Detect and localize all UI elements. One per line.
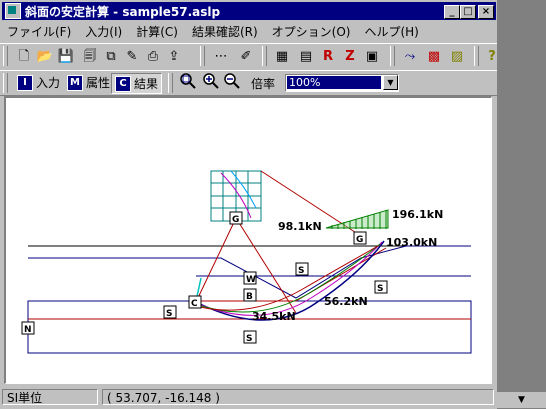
toolbar-grip[interactable] bbox=[168, 73, 173, 93]
load-right-label: 196.1kN bbox=[392, 208, 443, 221]
status-bar: SI単位 ( 53.707, -16.148 ) bbox=[0, 388, 546, 407]
window-title: 斜面の安定計算 - sample57.aslp bbox=[25, 4, 221, 19]
tag-s2: S bbox=[374, 280, 388, 294]
units-status: SI単位 bbox=[2, 389, 98, 405]
color-icon[interactable]: ▩ bbox=[424, 47, 444, 67]
svg-text:S: S bbox=[377, 284, 383, 294]
points-icon[interactable]: ⋯ bbox=[211, 47, 231, 67]
mode-input-button[interactable]: I 入力 bbox=[14, 73, 63, 92]
toolbar-grip[interactable] bbox=[390, 46, 395, 66]
force-mid-label: 56.2kN bbox=[324, 295, 368, 308]
mode-result-label: 結果 bbox=[134, 77, 159, 91]
app-icon[interactable] bbox=[5, 3, 21, 19]
minimize-button[interactable]: _ bbox=[444, 5, 460, 19]
result-view-icon[interactable]: ▣ bbox=[362, 47, 382, 67]
maximize-button[interactable]: □ bbox=[460, 5, 476, 19]
scroll-down-arrow[interactable]: ▼ bbox=[497, 392, 546, 408]
app-window: 斜面の安定計算 - sample57.aslp _ □ × ファイル(F) 入力… bbox=[0, 0, 546, 409]
force-bottom-label: 34.5kN bbox=[252, 310, 296, 323]
zoom-value: 100% bbox=[287, 76, 381, 89]
tag-s4: S bbox=[243, 330, 257, 344]
print-icon[interactable]: ⎙ bbox=[143, 47, 163, 67]
main-toolbar: 🗋 📂 💾 🗐 ⧉ ✎ ⎙ ⇪ ⋯ ✐ ▦ ▤ R Z ▣ ⤳ ▩ ▨ ? bbox=[0, 43, 546, 71]
svg-text:W: W bbox=[246, 275, 256, 285]
print-preview-icon[interactable]: 🗐 bbox=[80, 47, 100, 67]
force-top-label: 103.0kN bbox=[386, 236, 437, 249]
tag-b: B bbox=[243, 288, 257, 302]
line-icon[interactable]: ✐ bbox=[236, 47, 256, 67]
mode-result-button[interactable]: C 結果 bbox=[111, 73, 163, 94]
tag-s1: S bbox=[295, 262, 309, 276]
tag-w: W bbox=[243, 271, 257, 285]
attribute-key-icon: M bbox=[67, 74, 83, 91]
toolbar-grip[interactable] bbox=[3, 73, 8, 93]
background-window: ▼ bbox=[497, 0, 546, 409]
coords-status: ( 53.707, -16.148 ) bbox=[102, 389, 494, 405]
toolbar-grip[interactable] bbox=[262, 46, 267, 66]
mode-attribute-label: 属性 bbox=[86, 76, 111, 90]
result-r-icon[interactable]: R bbox=[318, 47, 338, 67]
result-key-icon: C bbox=[115, 75, 131, 92]
tag-g2: G bbox=[353, 231, 367, 245]
menu-calc[interactable]: 計算(C) bbox=[129, 23, 185, 40]
toolbar-grip[interactable] bbox=[200, 46, 205, 66]
mode-toolbar: I 入力 M 属性 C 結果 倍率 100% ▼ bbox=[0, 70, 546, 96]
menu-help[interactable]: ヘルプ(H) bbox=[357, 23, 425, 40]
copy-icon[interactable]: ⧉ bbox=[101, 47, 121, 67]
slip-circle bbox=[193, 240, 385, 321]
save-icon[interactable]: 💾 bbox=[56, 47, 76, 67]
title-bar: 斜面の安定計算 - sample57.aslp _ □ × bbox=[2, 2, 496, 20]
svg-text:S: S bbox=[166, 309, 172, 319]
mode-input-label: 入力 bbox=[36, 76, 61, 90]
zoom-in-icon[interactable] bbox=[201, 72, 221, 92]
export-icon[interactable]: ⇪ bbox=[164, 47, 184, 67]
tag-c: C bbox=[188, 295, 202, 309]
svg-text:G: G bbox=[356, 235, 363, 245]
menu-options[interactable]: オプション(O) bbox=[265, 23, 358, 40]
svg-text:N: N bbox=[24, 325, 32, 335]
tag-g1: G bbox=[229, 211, 243, 225]
input-key-icon: I bbox=[17, 74, 33, 91]
load-left-label: 98.1kN bbox=[278, 220, 322, 233]
zoom-fit-icon[interactable] bbox=[178, 72, 198, 92]
open-folder-icon[interactable]: 📂 bbox=[35, 47, 55, 67]
svg-text:G: G bbox=[232, 215, 239, 225]
svg-text:B: B bbox=[246, 292, 253, 302]
tag-s3: S bbox=[163, 305, 177, 319]
menu-file[interactable]: ファイル(F) bbox=[0, 23, 78, 40]
new-file-icon[interactable]: 🗋 bbox=[14, 47, 34, 67]
graph-icon[interactable]: ⤳ bbox=[400, 47, 420, 67]
zoom-select[interactable]: 100% ▼ bbox=[285, 74, 399, 92]
chevron-down-icon[interactable]: ▼ bbox=[383, 75, 398, 90]
mode-attribute-button[interactable]: M 属性 bbox=[64, 73, 113, 92]
slope-drawing[interactable]: 98.1kN 196.1kN 103.0kN 56.2kN 34.5kN G G… bbox=[6, 98, 492, 384]
toolbar-grip[interactable] bbox=[474, 46, 479, 66]
svg-text:S: S bbox=[298, 266, 304, 276]
radius-line bbox=[195, 217, 237, 303]
svg-text:C: C bbox=[191, 299, 198, 309]
calc-settings-icon[interactable]: ▦ bbox=[272, 47, 292, 67]
palette-icon[interactable]: ▨ bbox=[447, 47, 467, 67]
zoom-out-icon[interactable] bbox=[222, 72, 242, 92]
zoom-label: 倍率 bbox=[251, 77, 276, 91]
menu-input[interactable]: 入力(I) bbox=[78, 23, 129, 40]
svg-text:S: S bbox=[246, 334, 252, 344]
toolbar-grip[interactable] bbox=[3, 46, 8, 66]
table-icon[interactable]: ▤ bbox=[296, 47, 316, 67]
close-button[interactable]: × bbox=[478, 5, 494, 19]
menu-results[interactable]: 結果確認(R) bbox=[185, 23, 265, 40]
tag-n: N bbox=[21, 321, 35, 335]
drawing-canvas[interactable]: 98.1kN 196.1kN 103.0kN 56.2kN 34.5kN G G… bbox=[4, 96, 492, 384]
result-z-icon[interactable]: Z bbox=[340, 47, 360, 67]
edit-icon[interactable]: ✎ bbox=[122, 47, 142, 67]
menu-bar: ファイル(F) 入力(I) 計算(C) 結果確認(R) オプション(O) ヘルプ… bbox=[0, 21, 546, 41]
